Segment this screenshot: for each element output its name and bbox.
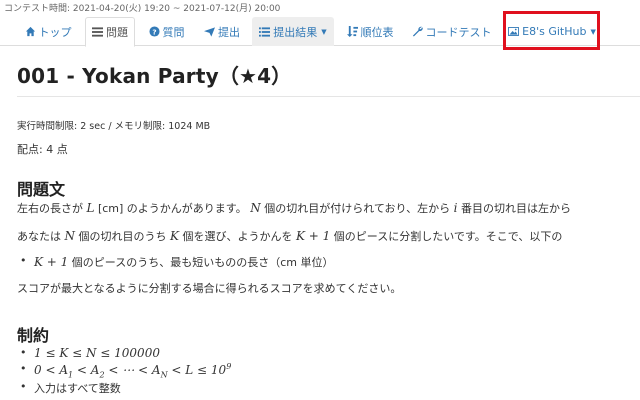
list-item: K + 1 個のピースのうち、最も短いものの長さ（cm 単位）: [20, 254, 334, 270]
math-var: i: [453, 201, 458, 215]
math-var: L: [86, 201, 95, 215]
constraint-3: 入力はすべて整数: [34, 382, 121, 395]
statement-text: 左右の長さが: [17, 202, 83, 215]
math-var: N: [250, 201, 261, 215]
list-icon: [92, 27, 103, 37]
score-points: 配点: 4 点: [17, 143, 68, 156]
statement-text: 個を選び、ようかんを: [182, 230, 293, 243]
statement-text: 個の切れ目が付けられており、左から: [264, 202, 451, 215]
tab-standings[interactable]: 順位表: [340, 17, 400, 46]
sort-amount-icon: [346, 26, 358, 37]
constraint-1: 1 ≤ K ≤ N ≤ 100000: [34, 346, 160, 360]
constraints-heading: 制約: [17, 326, 50, 345]
constraint-2: 0 < A1 < A2 < ⋯ < AN < L ≤ 109: [34, 362, 232, 380]
tab-codetest[interactable]: コードテスト: [406, 17, 497, 46]
statement-paragraph-1: 左右の長さが L [cm] のようかんがあります。 N 個の切れ目が付けられてお…: [17, 200, 571, 216]
tab-results-dropdown[interactable]: 提出結果 ▼: [252, 17, 334, 46]
chevron-down-icon: ▼: [321, 27, 327, 36]
list-item: 0 < A1 < A2 < ⋯ < AN < L ≤ 109: [20, 362, 232, 380]
math-expr: K + 1: [295, 229, 331, 243]
statement-text: 番目の切れ目は左から: [460, 202, 571, 215]
tab-problem[interactable]: 問題: [85, 17, 135, 47]
contest-time: コンテスト時間: 2021-04-20(火) 19:20 ~ 2021-07-1…: [4, 4, 281, 14]
tab-submit-label: 提出: [218, 25, 240, 39]
tab-standings-label: 順位表: [360, 25, 394, 39]
math-expr: K + 1: [34, 255, 69, 269]
list-item: 入力はすべて整数: [20, 380, 121, 396]
tab-question-label: 質問: [162, 25, 185, 39]
tab-top-label: トップ: [38, 25, 72, 39]
wrench-icon: [412, 26, 423, 37]
statement-text: 個のピースに分割したいです。そこで、以下の: [333, 230, 563, 243]
tab-problem-label: 問題: [106, 26, 128, 39]
statement-text: あなたは: [17, 230, 61, 243]
title-divider: [17, 96, 640, 97]
send-icon: [204, 26, 215, 37]
page-title: 001 - Yokan Party（★4）: [17, 64, 292, 88]
tab-submit[interactable]: 提出: [198, 17, 246, 46]
highlight-box: [503, 11, 600, 50]
statement-paragraph-2: あなたは N 個の切れ目のうち K 個を選び、ようかんを K + 1 個のピース…: [17, 228, 562, 244]
tab-top[interactable]: トップ: [17, 17, 79, 46]
question-circle-icon: ?: [148, 26, 160, 37]
svg-text:?: ?: [152, 27, 156, 36]
math-var: K: [170, 229, 179, 243]
math-var: N: [64, 229, 76, 243]
home-icon: [25, 26, 35, 37]
statement-paragraph-3: スコアが最大となるように分割する場合に得られるスコアを求めてください。: [17, 282, 402, 295]
time-memory-limits: 実行時間制限: 2 sec / メモリ制限: 1024 MB: [17, 121, 211, 132]
statement-heading: 問題文: [17, 180, 66, 199]
tab-results-label: 提出結果: [273, 25, 318, 39]
tab-question[interactable]: ? 質問: [141, 17, 192, 46]
list-item: 1 ≤ K ≤ N ≤ 100000: [20, 346, 160, 360]
tab-codetest-label: コードテスト: [425, 25, 492, 39]
statement-text: [cm] のようかんがあります。: [97, 202, 247, 215]
statement-text: 個の切れ目のうち: [78, 230, 167, 243]
list-ul-icon: [259, 26, 271, 37]
statement-text: 個のピースのうち、最も短いものの長さ（cm 単位）: [71, 256, 334, 269]
